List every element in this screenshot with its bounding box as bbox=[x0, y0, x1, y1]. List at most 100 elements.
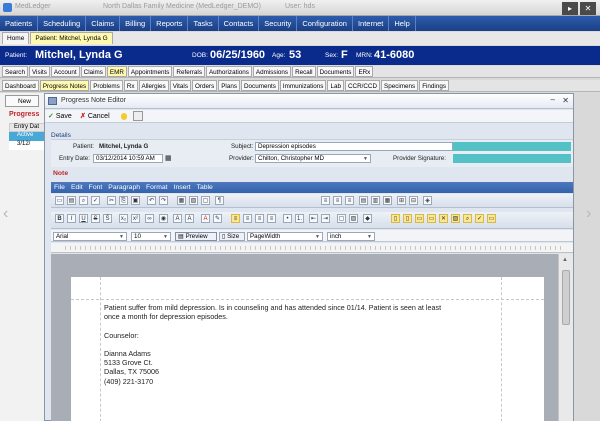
calendar-icon[interactable]: ▦ bbox=[165, 154, 172, 162]
table-icon[interactable]: ▦ bbox=[177, 196, 186, 205]
align-middle-icon[interactable]: ≡ bbox=[333, 196, 342, 205]
strikethrough-icon[interactable]: S bbox=[91, 214, 100, 223]
zoom-icon[interactable]: ⌕ bbox=[463, 214, 472, 223]
tab-appointments[interactable]: Appointments bbox=[127, 66, 173, 77]
new-note-button[interactable]: New bbox=[5, 95, 39, 107]
shrink-font-icon[interactable]: A bbox=[185, 214, 194, 223]
unit-select[interactable]: inch ▼ bbox=[327, 232, 375, 241]
lock-icon[interactable] bbox=[133, 111, 143, 121]
tab-problems[interactable]: Problems bbox=[90, 80, 123, 91]
align-top-icon[interactable]: ≡ bbox=[321, 196, 330, 205]
document-canvas[interactable]: Patient suffer from mild depression. Is … bbox=[51, 254, 558, 421]
menu-scheduling[interactable]: Scheduling bbox=[38, 16, 87, 31]
entry-date-column-header[interactable]: Entry Dat bbox=[9, 123, 45, 132]
active-group-row[interactable]: Active bbox=[9, 132, 45, 141]
borders-icon[interactable]: ▢ bbox=[337, 214, 346, 223]
zoom-select[interactable]: PageWidth ▼ bbox=[247, 232, 323, 241]
template-icon[interactable]: ▯ bbox=[403, 214, 412, 223]
entry-date-field[interactable]: 03/12/2014 10:59 AM bbox=[93, 154, 163, 163]
editor-menu-font[interactable]: Font bbox=[86, 182, 106, 193]
menu-security[interactable]: Security bbox=[259, 16, 298, 31]
menu-internet[interactable]: Internet bbox=[353, 16, 390, 31]
tab-search[interactable]: Search bbox=[2, 66, 28, 77]
footer-icon[interactable]: ▭ bbox=[427, 214, 436, 223]
header-icon[interactable]: ▭ bbox=[415, 214, 424, 223]
tab-account[interactable]: Account bbox=[50, 66, 80, 77]
tab-authorizations[interactable]: Authorizations bbox=[205, 66, 252, 77]
vertical-scrollbar[interactable]: ▲ bbox=[558, 254, 573, 421]
editor-menu-file[interactable]: File bbox=[51, 182, 68, 193]
tab-allergies[interactable]: Allergies bbox=[138, 80, 169, 91]
align-right-icon[interactable]: ≡ bbox=[255, 214, 264, 223]
align-left-icon[interactable]: ≡ bbox=[231, 214, 240, 223]
font-color-icon[interactable]: A bbox=[201, 214, 210, 223]
tab-dashboard[interactable]: Dashboard bbox=[2, 80, 39, 91]
open-folder-icon[interactable]: ▭ bbox=[55, 196, 64, 205]
hyperlink-icon[interactable]: ∞ bbox=[145, 214, 154, 223]
menu-contacts[interactable]: Contacts bbox=[219, 16, 260, 31]
size-button[interactable]: ▯ Size bbox=[219, 232, 245, 241]
underline-icon[interactable]: U bbox=[79, 214, 88, 223]
find-replace-icon[interactable]: ⌕ bbox=[79, 196, 88, 205]
image-icon[interactable]: ▧ bbox=[189, 196, 198, 205]
delete-table-icon[interactable]: ▦ bbox=[383, 196, 392, 205]
redo-icon[interactable]: ↷ bbox=[159, 196, 168, 205]
visibility-icon[interactable]: ◉ bbox=[159, 214, 168, 223]
insert-image-icon[interactable]: ▧ bbox=[451, 214, 460, 223]
justify-icon[interactable]: ≡ bbox=[267, 214, 276, 223]
menu-patients[interactable]: Patients bbox=[0, 16, 39, 31]
paste-icon[interactable]: ▣ bbox=[131, 196, 140, 205]
new-page-icon[interactable]: ▯ bbox=[391, 214, 400, 223]
menu-tasks[interactable]: Tasks bbox=[188, 16, 219, 31]
save-button[interactable]: ✓ Save bbox=[48, 112, 72, 120]
shading-icon[interactable]: ▨ bbox=[349, 214, 358, 223]
split-cells-icon[interactable]: ⊟ bbox=[409, 196, 418, 205]
note-body-text[interactable]: Patient suffer from mild depression. Is … bbox=[104, 303, 484, 386]
close-icon[interactable]: ✕ bbox=[562, 96, 569, 105]
tab-ccr-ccd[interactable]: CCR/CCD bbox=[344, 80, 381, 91]
double-strike-icon[interactable]: Ŝ bbox=[103, 214, 112, 223]
menu-claims[interactable]: Claims bbox=[86, 16, 121, 31]
bullets-icon[interactable]: • bbox=[283, 214, 292, 223]
tab-findings[interactable]: Findings bbox=[419, 80, 449, 91]
font-family-select[interactable]: Arial ▼ bbox=[53, 232, 127, 241]
frame-icon[interactable]: ▢ bbox=[201, 196, 210, 205]
scroll-thumb[interactable] bbox=[562, 270, 570, 325]
align-center-icon[interactable]: ≡ bbox=[243, 214, 252, 223]
cut-icon[interactable]: ✂ bbox=[107, 196, 116, 205]
insert-row-icon[interactable]: ▤ bbox=[359, 196, 368, 205]
tab-visits[interactable]: Visits bbox=[28, 66, 50, 77]
monitor-icon[interactable]: ▭ bbox=[487, 214, 496, 223]
tab-immunizations[interactable]: Immunizations bbox=[279, 80, 327, 91]
scroll-up-icon[interactable]: ▲ bbox=[562, 257, 568, 263]
tab-orders[interactable]: Orders bbox=[191, 80, 218, 91]
menu-help[interactable]: Help bbox=[389, 16, 416, 31]
grow-font-icon[interactable]: A bbox=[173, 214, 182, 223]
editor-menu-format[interactable]: Format bbox=[143, 182, 171, 193]
tab-erx[interactable]: ERx bbox=[355, 66, 374, 77]
doc-tab-home[interactable]: Home bbox=[2, 32, 30, 44]
provider-select[interactable]: Chilton, Christopher MD ▼ bbox=[255, 154, 371, 163]
tab-vitals[interactable]: Vitals bbox=[169, 80, 191, 91]
tab-documents[interactable]: Documents bbox=[241, 80, 279, 91]
doc-tab-patient-mitchel-lynda-g[interactable]: Patient: Mitchel, Lynda G bbox=[30, 32, 113, 44]
fill-color-icon[interactable]: ◆ bbox=[363, 214, 372, 223]
menu-reports[interactable]: Reports bbox=[151, 16, 189, 31]
superscript-icon[interactable]: x² bbox=[131, 214, 140, 223]
tab-claims[interactable]: Claims bbox=[80, 66, 106, 77]
menu-billing[interactable]: Billing bbox=[120, 16, 152, 31]
increase-indent-icon[interactable]: ⇥ bbox=[321, 214, 330, 223]
tab-admissions[interactable]: Admissions bbox=[252, 66, 292, 77]
align-bottom-icon[interactable]: ≡ bbox=[345, 196, 354, 205]
tab-plans[interactable]: Plans bbox=[218, 80, 240, 91]
minimize-icon[interactable]: – bbox=[551, 95, 555, 104]
merge-cells-icon[interactable]: ⊞ bbox=[397, 196, 406, 205]
provider-signature-field[interactable] bbox=[453, 154, 571, 163]
preview-button[interactable]: ▤ Preview bbox=[175, 232, 217, 241]
highlight-icon[interactable]: ✎ bbox=[213, 214, 222, 223]
insert-column-icon[interactable]: ▥ bbox=[371, 196, 380, 205]
font-size-select[interactable]: 10 ▼ bbox=[131, 232, 171, 241]
editor-menu-table[interactable]: Table bbox=[194, 182, 216, 193]
tab-emr[interactable]: EMR bbox=[106, 66, 127, 77]
cancel-button[interactable]: ✗ Cancel bbox=[80, 112, 110, 120]
